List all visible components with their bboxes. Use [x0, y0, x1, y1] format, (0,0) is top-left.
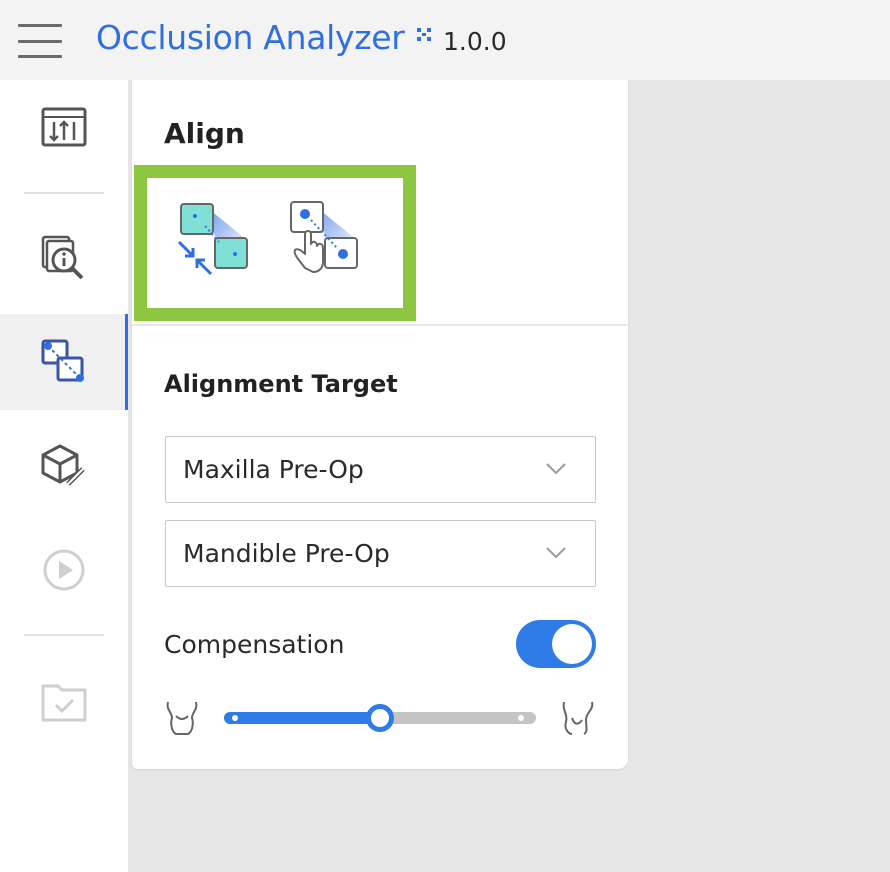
left-navigation-rail [0, 80, 128, 872]
rail-item-play[interactable] [0, 522, 128, 618]
align-panel: Align Alignment Target Maxilla Pre-Op Ma… [132, 80, 628, 769]
app-version: 1.0.0 [443, 27, 507, 56]
target-model-value: Mandible Pre-Op [183, 539, 390, 568]
app-title: Occlusion Analyzer [96, 18, 405, 57]
compensation-slider[interactable] [224, 704, 536, 732]
rail-item-folder-check[interactable] [0, 654, 128, 750]
panel-separator [132, 324, 628, 326]
compare-report-icon [41, 107, 87, 147]
auto-align-icon [177, 203, 248, 276]
align-tool-group [134, 165, 416, 321]
source-model-value: Maxilla Pre-Op [183, 455, 364, 484]
rail-item-compare[interactable] [0, 80, 128, 176]
folder-check-icon [41, 684, 87, 722]
app-header: Occlusion Analyzer 1.0.0 [0, 0, 890, 80]
rail-item-case-info[interactable] [0, 210, 128, 306]
logo-mark-icon [417, 28, 431, 41]
slider-thumb[interactable] [366, 704, 394, 732]
target-model-select[interactable]: Mandible Pre-Op [165, 520, 596, 587]
chevron-down-icon [546, 547, 566, 559]
case-info-icon [41, 235, 84, 280]
rail-item-align[interactable] [0, 314, 128, 410]
compensation-label: Compensation [164, 630, 345, 659]
compensation-toggle[interactable] [516, 620, 596, 668]
panel-title: Align [164, 117, 245, 150]
play-icon [43, 549, 85, 591]
manual-point-align-button[interactable] [287, 198, 373, 284]
slider-max-dot [518, 715, 524, 721]
align-icon [41, 339, 84, 382]
rail-divider [24, 634, 104, 636]
jaw-closed-icon [166, 701, 198, 735]
toggle-knob [552, 624, 592, 664]
slider-min-dot [232, 715, 238, 721]
hamburger-menu-icon[interactable] [18, 24, 62, 58]
chevron-down-icon [546, 463, 566, 475]
model-edit-icon [41, 444, 85, 486]
manual-point-align-icon [290, 201, 358, 273]
source-model-select[interactable]: Maxilla Pre-Op [165, 436, 596, 503]
slider-fill [224, 712, 380, 724]
rail-item-model-edit[interactable] [0, 418, 128, 514]
rail-divider [24, 192, 104, 194]
auto-align-button[interactable] [175, 198, 261, 284]
jaw-open-icon [562, 701, 594, 735]
alignment-target-label: Alignment Target [164, 370, 398, 398]
